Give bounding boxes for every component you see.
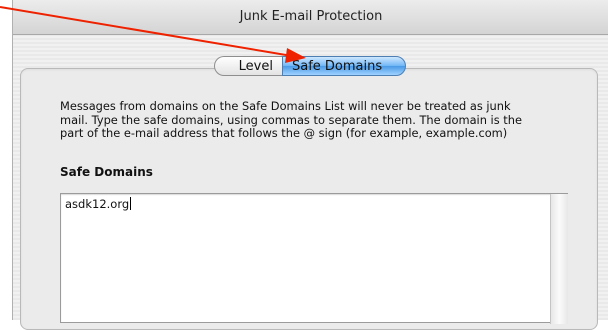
tab-bar: Level Safe Domains [214,56,406,76]
safe-domains-description: Messages from domains on the Safe Domain… [60,99,522,140]
safe-domains-value: asdk12.org [65,197,130,211]
text-caret [130,197,132,210]
tab-level[interactable]: Level [214,56,282,76]
safe-domains-heading: Safe Domains [60,165,153,179]
textarea-scrollbar[interactable] [550,194,568,324]
window-title: Junk E-mail Protection [13,0,608,35]
safe-domains-textarea[interactable]: asdk12.org [60,193,568,323]
tab-safe-domains[interactable]: Safe Domains [282,56,406,76]
